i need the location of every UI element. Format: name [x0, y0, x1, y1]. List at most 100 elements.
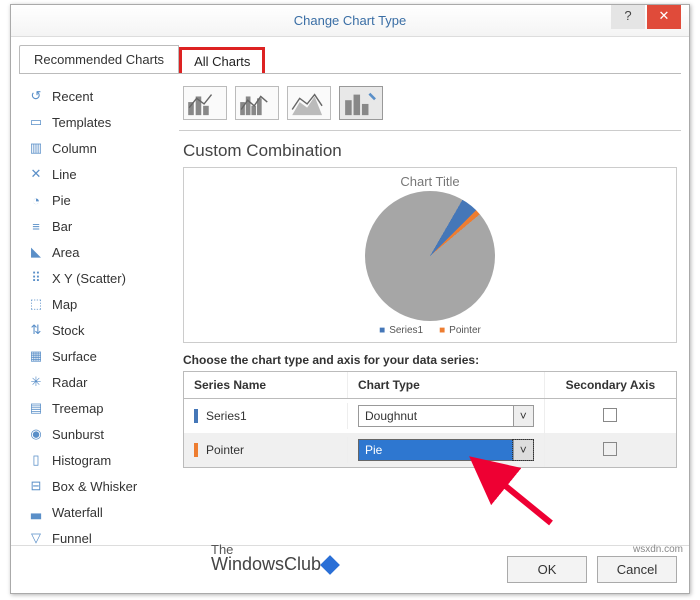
sidebar-item-line[interactable]: ✕ Line [20, 161, 170, 187]
sidebar-item-waterfall[interactable]: ▃ Waterfall [20, 499, 170, 525]
chart-type-cell: Doughnut ˅ [348, 399, 545, 433]
chevron-down-icon[interactable]: ˅ [513, 440, 533, 460]
pie-preview [365, 191, 495, 321]
content-panel: Custom Combination Chart Title Series1 P… [179, 82, 681, 537]
sidebar-item-recent[interactable]: ↺Recent [20, 83, 170, 109]
sidebar-item-box-whisker[interactable]: ⊟ Box & Whisker [20, 473, 170, 499]
combo-thumb-custom[interactable] [339, 86, 383, 120]
line-icon: ✕ [28, 166, 44, 182]
close-button[interactable]: ✕ [647, 5, 681, 29]
header-secondary-axis: Secondary Axis [545, 372, 676, 398]
sidebar-item-funnel[interactable]: ▽ Funnel [20, 525, 170, 545]
dropdown-value: Pie [359, 440, 513, 460]
sidebar-item-label: Box & Whisker [52, 479, 137, 494]
sidebar-item-surface[interactable]: ▦ Surface [20, 343, 170, 369]
sidebar-item-treemap[interactable]: ▤ Treemap [20, 395, 170, 421]
sidebar-item-label: Waterfall [52, 505, 103, 520]
chart-type-dropdown-series1[interactable]: Doughnut ˅ [358, 405, 534, 427]
series-name-cell: Pointer [184, 437, 348, 464]
sidebar-item-histogram[interactable]: ▯ Histogram [20, 447, 170, 473]
main-area: ↺Recent ▭ Templates ▥ Column ✕ Line ◔ Pie ≡B… [11, 74, 689, 545]
dialog-title: Change Chart Type [294, 13, 407, 28]
sunburst-icon: ◉ [28, 426, 44, 442]
series-swatch-blue [194, 409, 198, 423]
chart-title: Chart Title [190, 174, 670, 189]
titlebar: Change Chart Type ? ✕ [11, 5, 689, 37]
legend-series1: Series1 [379, 325, 423, 336]
combo-thumb-3[interactable] [287, 86, 331, 120]
sidebar-item-label: Column [52, 141, 97, 156]
sidebar-item-label: Line [52, 167, 77, 182]
table-row: Series1 Doughnut ˅ [184, 399, 676, 433]
sidebar-item-map[interactable]: ⬚Map [20, 291, 170, 317]
series-swatch-orange [194, 443, 198, 457]
sidebar-item-templates[interactable]: ▭ Templates [20, 109, 170, 135]
sidebar-item-label: Map [52, 297, 77, 312]
sidebar-item-column[interactable]: ▥ Column [20, 135, 170, 161]
pie-icon: ◔ [28, 192, 44, 208]
change-chart-type-dialog: Change Chart Type ? ✕ Recommended Charts… [10, 4, 690, 594]
sidebar-item-label: Templates [52, 115, 111, 130]
chart-preview: Chart Title Series1 Pointer [183, 167, 677, 343]
chart-type-dropdown-pointer[interactable]: Pie ˅ [358, 439, 534, 461]
series-name-cell: Series1 [184, 403, 348, 430]
sidebar-item-label: Pie [52, 193, 71, 208]
sidebar-item-label: Stock [52, 323, 85, 338]
sidebar-item-label: Sunburst [52, 427, 104, 442]
section-title: Custom Combination [183, 141, 677, 161]
dropdown-value: Doughnut [359, 406, 513, 426]
scatter-icon: ⠿ [28, 270, 44, 286]
series-table: Series Name Chart Type Secondary Axis Se… [183, 371, 677, 468]
sidebar-item-label: Radar [52, 375, 87, 390]
surface-icon: ▦ [28, 348, 44, 364]
histogram-icon: ▯ [28, 452, 44, 468]
chevron-down-icon[interactable]: ˅ [513, 406, 533, 426]
treemap-icon: ▤ [28, 400, 44, 416]
chart-legend: Series1 Pointer [190, 325, 670, 336]
funnel-icon: ▽ [28, 530, 44, 545]
secondary-axis-cell [545, 436, 676, 465]
chart-type-cell: Pie ˅ [348, 433, 545, 467]
sidebar-item-pie[interactable]: ◔ Pie [20, 187, 170, 213]
sidebar-item-scatter[interactable]: ⠿ X Y (Scatter) [20, 265, 170, 291]
legend-pointer: Pointer [439, 325, 481, 336]
sidebar-item-label: Bar [52, 219, 72, 234]
table-row: Pointer Pie ˅ [184, 433, 676, 467]
sidebar-item-label: Area [52, 245, 79, 260]
sidebar-item-stock[interactable]: ⇅ Stock [20, 317, 170, 343]
sidebar-item-label: Funnel [52, 531, 92, 546]
combo-thumb-2[interactable] [235, 86, 279, 120]
combo-thumb-1[interactable] [183, 86, 227, 120]
tab-recommended-charts[interactable]: Recommended Charts [19, 45, 179, 73]
choose-label: Choose the chart type and axis for your … [183, 353, 677, 367]
sidebar-item-sunburst[interactable]: ◉ Sunburst [20, 421, 170, 447]
sidebar-item-area[interactable]: ◣ Area [20, 239, 170, 265]
help-button[interactable]: ? [611, 5, 645, 29]
table-header: Series Name Chart Type Secondary Axis [184, 372, 676, 399]
sidebar-item-label: Treemap [52, 401, 104, 416]
sidebar-item-label: Recent [52, 89, 93, 104]
column-icon: ▥ [28, 140, 44, 156]
cancel-button[interactable]: Cancel [597, 556, 677, 583]
secondary-axis-cell [545, 402, 676, 431]
secondary-axis-checkbox-series1[interactable] [603, 408, 617, 422]
waterfall-icon: ▃ [28, 504, 44, 520]
chart-category-sidebar: ↺Recent ▭ Templates ▥ Column ✕ Line ◔ Pie ≡B… [19, 82, 171, 537]
sidebar-item-bar[interactable]: ≡Bar [20, 213, 170, 239]
templates-icon: ▭ [28, 114, 44, 130]
combo-subtype-row [179, 82, 681, 131]
dialog-footer: OK Cancel [11, 545, 689, 593]
box-whisker-icon: ⊟ [28, 478, 44, 494]
area-icon: ◣ [28, 244, 44, 260]
sidebar-item-radar[interactable]: ✳ Radar [20, 369, 170, 395]
sidebar-item-label: Histogram [52, 453, 111, 468]
sidebar-item-label: X Y (Scatter) [52, 271, 126, 286]
secondary-axis-checkbox-pointer[interactable] [603, 442, 617, 456]
sidebar-item-label: Surface [52, 349, 97, 364]
tab-all-charts[interactable]: All Charts [179, 47, 265, 73]
header-chart-type: Chart Type [348, 372, 545, 398]
ok-button[interactable]: OK [507, 556, 587, 583]
tabs: Recommended Charts All Charts [11, 37, 689, 73]
stock-icon: ⇅ [28, 322, 44, 338]
radar-icon: ✳ [28, 374, 44, 390]
